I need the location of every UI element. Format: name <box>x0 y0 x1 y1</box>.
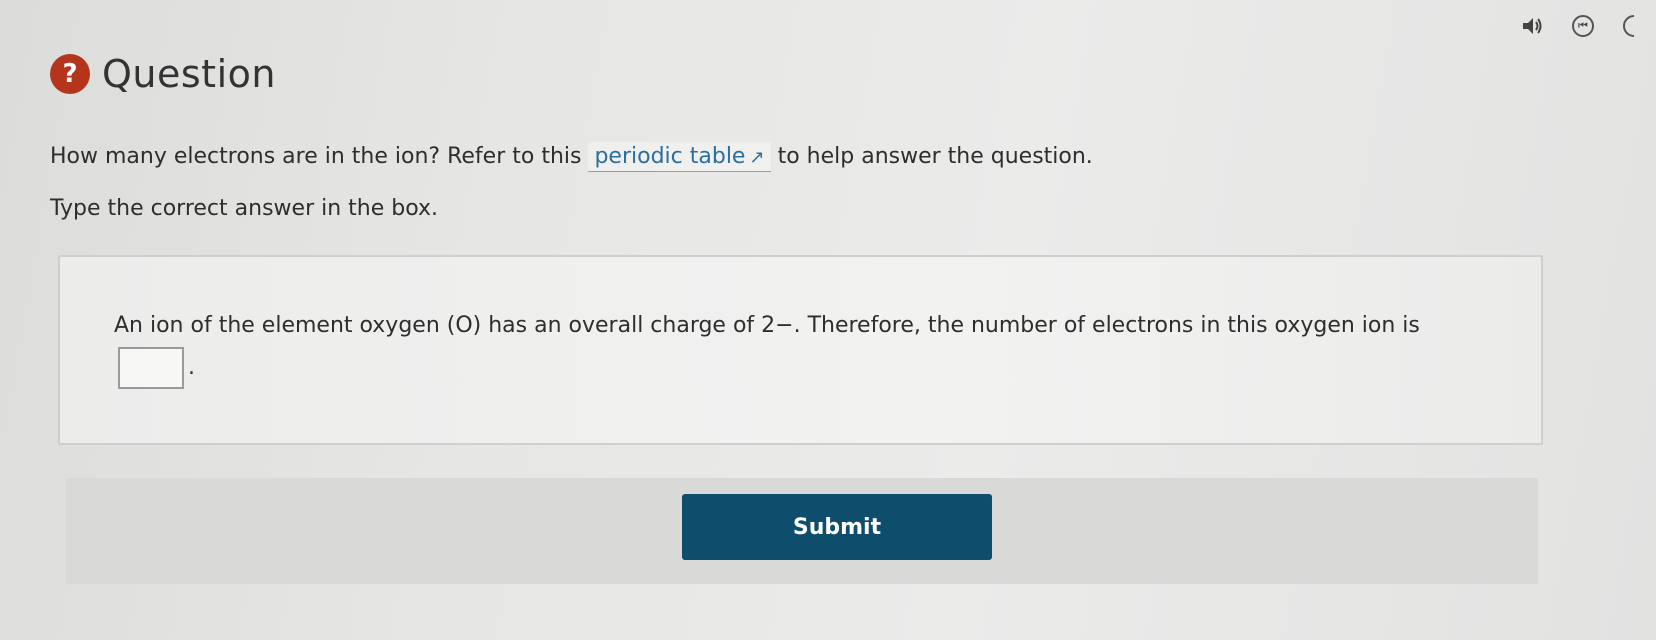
question-prompt: How many electrons are in the ion? Refer… <box>50 142 1093 172</box>
external-link-icon: ↗ <box>749 147 765 168</box>
prompt-text-before: How many electrons are in the ion? Refer… <box>50 144 582 169</box>
question-mark-icon: ? <box>50 54 90 94</box>
periodic-table-link-label: periodic table <box>594 144 746 169</box>
answer-input[interactable] <box>118 347 184 389</box>
prompt-text-after: to help answer the question. <box>777 144 1093 169</box>
step-back-icon[interactable]: ⏮ <box>1572 15 1594 37</box>
question-header: ? Question <box>50 52 276 96</box>
question-title: Question <box>102 52 276 96</box>
partial-circle-icon[interactable] <box>1622 14 1636 38</box>
top-toolbar: ⏮ <box>1522 14 1636 38</box>
periodic-table-link[interactable]: periodic table ↗ <box>588 142 771 172</box>
speaker-icon[interactable] <box>1522 17 1544 35</box>
instruction-text: Type the correct answer in the box. <box>50 196 439 221</box>
question-statement: An ion of the element oxygen (O) has an … <box>114 313 1420 338</box>
answer-panel: An ion of the element oxygen (O) has an … <box>58 255 1543 445</box>
statement-period: . <box>188 355 195 380</box>
submit-button[interactable]: Submit <box>682 494 992 560</box>
